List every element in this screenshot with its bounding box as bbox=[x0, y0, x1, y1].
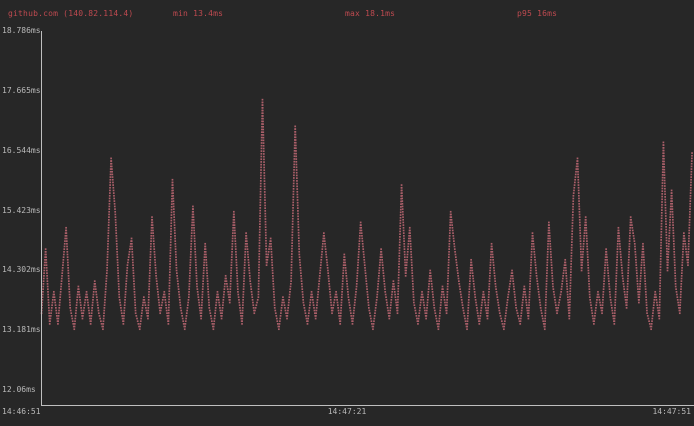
x-axis-tick-start: 14:46:51 bbox=[2, 407, 41, 417]
stat-min-label: min bbox=[173, 9, 188, 18]
y-axis-tick-label: 17.665ms bbox=[2, 87, 41, 95]
target-host-label: github.com (140.82.114.4) bbox=[8, 9, 133, 19]
y-axis-tick-label: 18.786ms bbox=[2, 27, 41, 35]
y-axis-tick-label: 13.181ms bbox=[2, 326, 41, 334]
y-axis-tick-label: 15.423ms bbox=[2, 207, 41, 215]
stat-max: max 18.1ms bbox=[345, 9, 395, 19]
plot-axes-frame bbox=[41, 31, 694, 406]
stat-p95-value: 16ms bbox=[537, 9, 557, 18]
stat-min: min 13.4ms bbox=[173, 9, 223, 19]
x-axis-tick-end: 14:47:51 bbox=[652, 407, 691, 417]
stat-min-value: 13.4ms bbox=[193, 9, 223, 18]
y-axis-tick-label: 16.544ms bbox=[2, 147, 41, 155]
stat-max-label: max bbox=[345, 9, 360, 18]
y-axis-tick-label: 14.302ms bbox=[2, 266, 41, 274]
x-axis-tick-middle: 14:47:21 bbox=[328, 407, 367, 417]
stat-p95: p95 16ms bbox=[517, 9, 557, 19]
stat-max-value: 18.1ms bbox=[365, 9, 395, 18]
y-axis-tick-label: 12.06ms bbox=[2, 386, 36, 394]
stat-p95-label: p95 bbox=[517, 9, 532, 18]
gping-terminal-window: github.com (140.82.114.4) min 13.4ms max… bbox=[0, 0, 694, 426]
